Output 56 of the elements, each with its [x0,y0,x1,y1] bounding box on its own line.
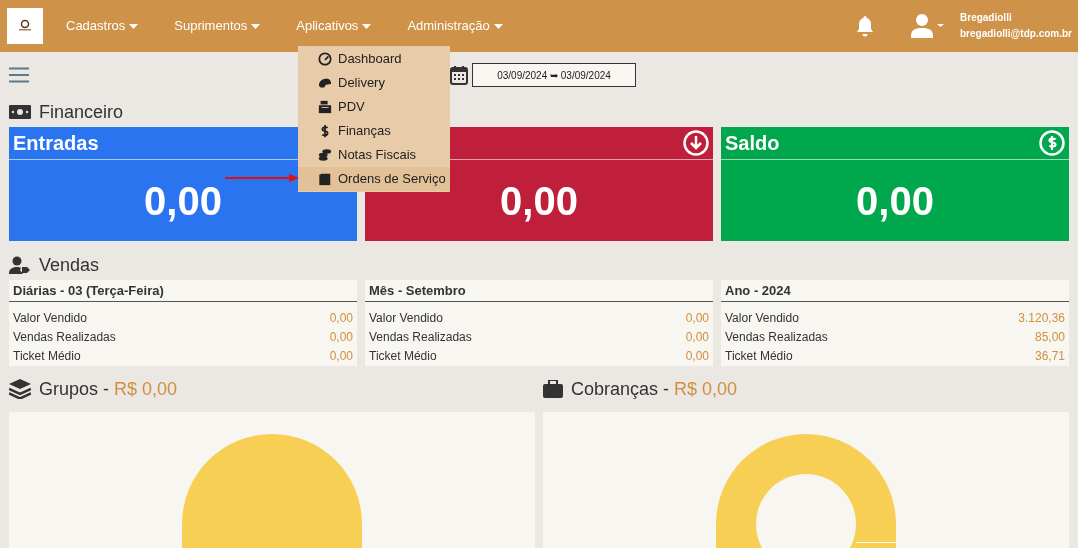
hamburger-menu-icon[interactable] [9,67,29,83]
metric-value: 36,71 [1034,347,1065,365]
metric-label: Valor Vendido [725,309,799,327]
logo-icon[interactable] [7,8,43,44]
user-tag-icon [9,256,31,274]
caret-icon [129,23,139,29]
metric-label: Vendas Realizadas [13,328,116,346]
card-value: 0,00 [856,177,934,225]
metric-label: Ticket Médio [13,347,81,365]
metric-label: Valor Vendido [369,309,443,327]
panel-title: Ano - 2024 [725,281,791,300]
caret-icon [493,23,503,29]
dropdown-item[interactable]: Finanças [298,119,450,143]
metric-label: Vendas Realizadas [369,328,472,346]
dropdown-item[interactable]: Notas Fiscais [298,143,450,167]
metric-value: 0,00 [329,309,353,327]
layers-icon [9,379,31,399]
metric-value: 0,00 [685,309,709,327]
metric-value: 0,00 [685,347,709,365]
section-title: Cobranças - R$ 0,00 [571,377,738,401]
card-value: 0,00 [500,177,578,225]
metric-label: Vendas Realizadas [725,328,828,346]
date-range-field[interactable]: 03/09/2024 ➥ 03/09/2024 [472,63,636,87]
cash-register-icon [318,100,332,114]
card-title: Entradas [13,131,99,156]
metric-label: Ticket Médio [369,347,437,365]
user-name: Bregadiolli [960,11,1013,25]
dropdown-item[interactable]: PDV [298,95,450,119]
card-title: Saldo [725,131,780,156]
dropdown-item[interactable]: Dashboard [298,47,450,71]
card-value: 0,00 [144,177,222,225]
metric-value: 85,00 [1034,328,1065,346]
caret-icon [362,23,372,29]
arrow-down-circle-icon [683,130,709,156]
dropdown-item[interactable]: Ordens de Serviço [298,167,450,191]
money-bill-icon [9,105,31,119]
section-title: Vendas [39,253,100,277]
calendar-icon[interactable] [450,65,468,85]
metric-label: Valor Vendido [13,309,87,327]
metric-value: 0,00 [685,328,709,346]
section-title: Grupos - R$ 0,00 [39,377,178,401]
dropdown-item[interactable]: Delivery [298,71,450,95]
panel-title: Diárias - 03 (Terça-Feira) [13,281,164,300]
notification-bell-icon[interactable] [855,15,875,37]
section-title: Financeiro [39,100,124,124]
gauge-icon [318,52,332,66]
user-avatar-icon[interactable] [911,14,945,38]
dollar-circle-icon [1039,130,1065,156]
caret-icon [251,23,261,29]
panel-title: Mês - Setembro [369,281,466,300]
briefcase-icon [543,380,563,398]
metric-value: 3.120,36 [1018,309,1065,327]
metric-value: 0,00 [329,328,353,346]
metric-label: Ticket Médio [725,347,793,365]
user-email: bregadiolli@tdp.com.br [960,27,1072,41]
metric-value: 0,00 [329,347,353,365]
